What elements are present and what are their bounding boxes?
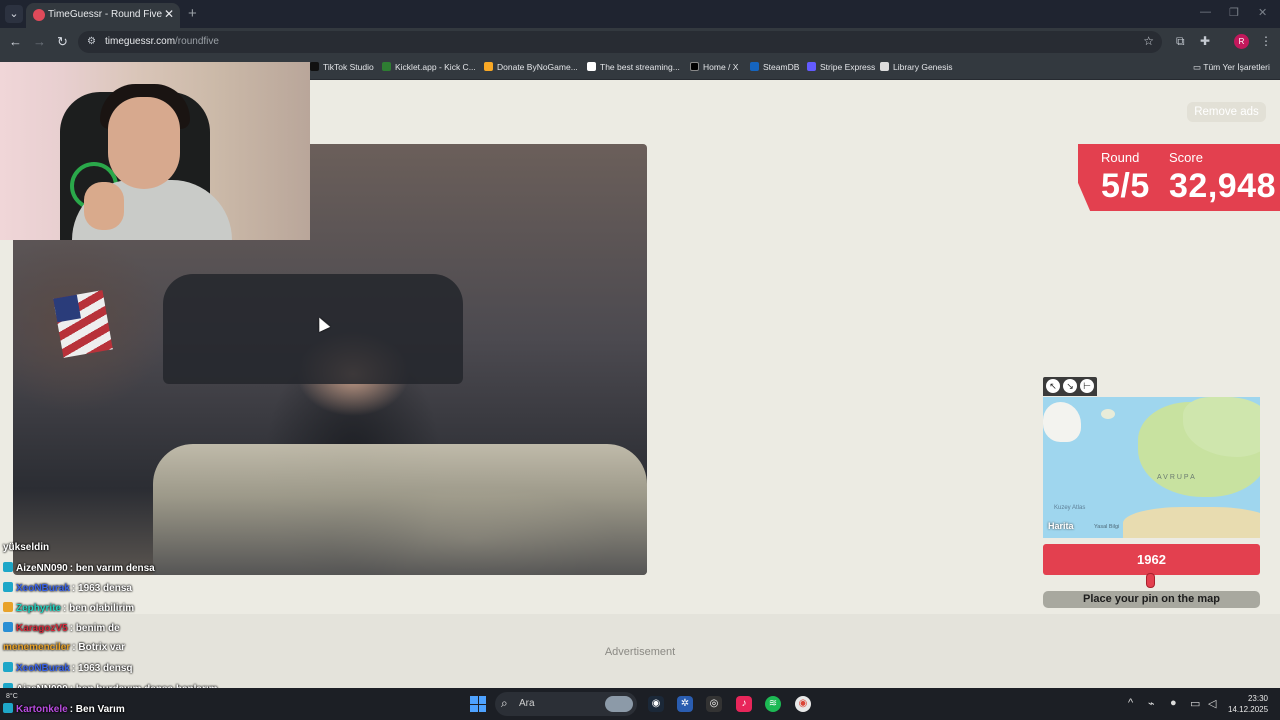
photo-flag: [53, 290, 113, 358]
map-iceland: [1101, 409, 1115, 419]
tab-timeguessr[interactable]: TimeGuessr - Round Five ✕: [26, 3, 180, 28]
clock-time: 23:30: [1247, 694, 1268, 703]
chat-message: yükseldin: [3, 542, 50, 553]
score-label: Score: [1169, 150, 1203, 165]
chat-badge-icon: [3, 622, 13, 632]
settings-app-icon[interactable]: ✲: [677, 696, 693, 712]
profile-avatar[interactable]: R: [1234, 34, 1249, 49]
maximize-icon[interactable]: ❐: [1229, 6, 1239, 19]
guess-map[interactable]: AVRUPA Kuzey Atlas Harita Yasal Bilgi: [1043, 397, 1260, 538]
bookmark-item[interactable]: Home / X: [690, 62, 738, 72]
chat-message: menemenciler: Botrix var: [3, 642, 126, 653]
chat-message: XeoNBurak: 1963 densa: [3, 582, 132, 594]
remove-ads-button[interactable]: Remove ads: [1187, 102, 1266, 122]
bookmark-item[interactable]: SteamDB: [750, 62, 799, 72]
map-africa: [1123, 507, 1260, 538]
map-legal-link[interactable]: Yasal Bilgi: [1094, 524, 1119, 530]
window-close-icon[interactable]: ✕: [1258, 6, 1267, 19]
steam-icon[interactable]: ◉: [648, 696, 664, 712]
bookmark-item[interactable]: TikTok Studio: [310, 62, 374, 72]
back-icon[interactable]: ←: [9, 34, 22, 49]
webcam-overlay: [0, 62, 310, 240]
expand-map-icon[interactable]: ↖: [1046, 379, 1060, 393]
windows-start-icon[interactable]: [470, 696, 486, 712]
round-label: Round: [1101, 150, 1140, 165]
advertisement-label: Advertisement: [604, 646, 676, 658]
round-score-panel: Round Score 5/5 32,948: [1078, 144, 1280, 211]
address-bar[interactable]: ⚙ timeguessr.com/roundfive ☆: [78, 31, 1162, 53]
volume-icon[interactable]: ◁: [1208, 697, 1216, 710]
site-info-icon[interactable]: ⚙: [87, 36, 96, 47]
map-brand: Harita: [1048, 521, 1074, 531]
chat-badge-icon: [3, 562, 13, 572]
bookmark-item[interactable]: Donate ByNoGame...: [484, 62, 578, 72]
chat-message: KaragozV5: benim de: [3, 622, 120, 634]
spotify-icon[interactable]: ≋: [765, 696, 781, 712]
obs-icon[interactable]: ◎: [706, 696, 722, 712]
bookmark-item[interactable]: Library Genesis: [880, 62, 953, 72]
photo-car-front: [153, 444, 647, 575]
chrome-icon[interactable]: ◉: [795, 696, 811, 712]
network-icon[interactable]: ⌁: [1148, 697, 1155, 710]
chat-badge-icon: [3, 662, 13, 672]
chat-message: AizeNN090: ben varım densa: [3, 562, 155, 574]
extensions-icon[interactable]: ✚: [1200, 34, 1210, 48]
reload-icon[interactable]: ↻: [57, 34, 68, 50]
timeguessr-favicon-icon: [33, 9, 45, 21]
taskbar-clock[interactable]: 23:30 14.12.2025: [1228, 693, 1268, 715]
url-text: timeguessr.com/roundfive: [105, 36, 219, 47]
chat-badge-icon: [3, 582, 13, 592]
taskbar-search[interactable]: ⌕ Ara: [495, 692, 637, 716]
new-tab-button[interactable]: +: [188, 5, 197, 22]
score-value: 32,948: [1169, 167, 1276, 205]
bookmark-item[interactable]: The best streaming...: [587, 62, 680, 72]
year-display: 1962: [1043, 544, 1260, 575]
map-toolbar: ↖ ↘ ⊢: [1043, 377, 1097, 396]
search-highlight-icon: [605, 696, 633, 712]
webcam-hand: [84, 182, 124, 230]
place-pin-button[interactable]: Place your pin on the map: [1043, 591, 1260, 608]
clock-date: 14.12.2025: [1228, 705, 1269, 714]
round-value: 5/5: [1101, 167, 1150, 205]
map-sea-label: Kuzey Atlas: [1054, 505, 1086, 511]
tab-strip: ⌄ TimeGuessr - Round Five ✕ + — ❐ ✕: [0, 0, 1280, 28]
menu-icon[interactable]: ⋮: [1260, 34, 1272, 48]
windows-taskbar: [0, 688, 1280, 720]
minimize-icon[interactable]: —: [1200, 6, 1211, 18]
all-bookmarks-folder[interactable]: ▭ Tüm Yer İşaretleri: [1193, 62, 1270, 73]
chat-badge-icon: [3, 602, 13, 612]
map-region-label: AVRUPA: [1157, 474, 1197, 481]
map-greenland: [1043, 402, 1081, 442]
weather-widget[interactable]: 8°C: [6, 693, 18, 700]
tab-close-icon[interactable]: ✕: [164, 7, 174, 21]
taskbar-search-placeholder: Ara: [519, 698, 535, 709]
search-icon: ⌕: [501, 696, 508, 710]
tab-search-dropdown-icon[interactable]: ⌄: [5, 5, 23, 23]
chat-badge-icon: [3, 703, 13, 713]
browser-toolbar: ← → ↻ ⚙ timeguessr.com/roundfive ☆ ⧉ ✚ ⋮: [0, 28, 1280, 56]
bookmark-star-icon[interactable]: ☆: [1143, 34, 1154, 48]
tab-title: TimeGuessr - Round Five: [48, 9, 163, 20]
tiktok-icon[interactable]: ♪: [736, 696, 752, 712]
bookmark-item[interactable]: Stripe Express: [807, 62, 875, 72]
pin-map-icon[interactable]: ⊢: [1080, 379, 1094, 393]
folder-icon: ▭: [1193, 62, 1204, 72]
microphone-icon[interactable]: ●: [1170, 697, 1177, 709]
chat-message: Zephyrite: ben olabilirim: [3, 602, 134, 614]
forward-icon[interactable]: →: [33, 34, 46, 49]
chat-message: Kartonkele: Ben Varım: [3, 703, 125, 715]
shrink-map-icon[interactable]: ↘: [1063, 379, 1077, 393]
chat-message: XeoNBurak: 1963 densq: [3, 662, 133, 674]
year-slider-handle[interactable]: [1146, 573, 1155, 588]
tray-overflow-icon[interactable]: ^: [1128, 697, 1133, 709]
webcam-head: [108, 97, 180, 189]
bookmark-item[interactable]: Kicklet.app - Kick C...: [382, 62, 476, 72]
translate-icon[interactable]: ⧉: [1176, 34, 1185, 49]
photo-car-back: [163, 274, 463, 384]
display-icon[interactable]: ▭: [1190, 697, 1200, 710]
